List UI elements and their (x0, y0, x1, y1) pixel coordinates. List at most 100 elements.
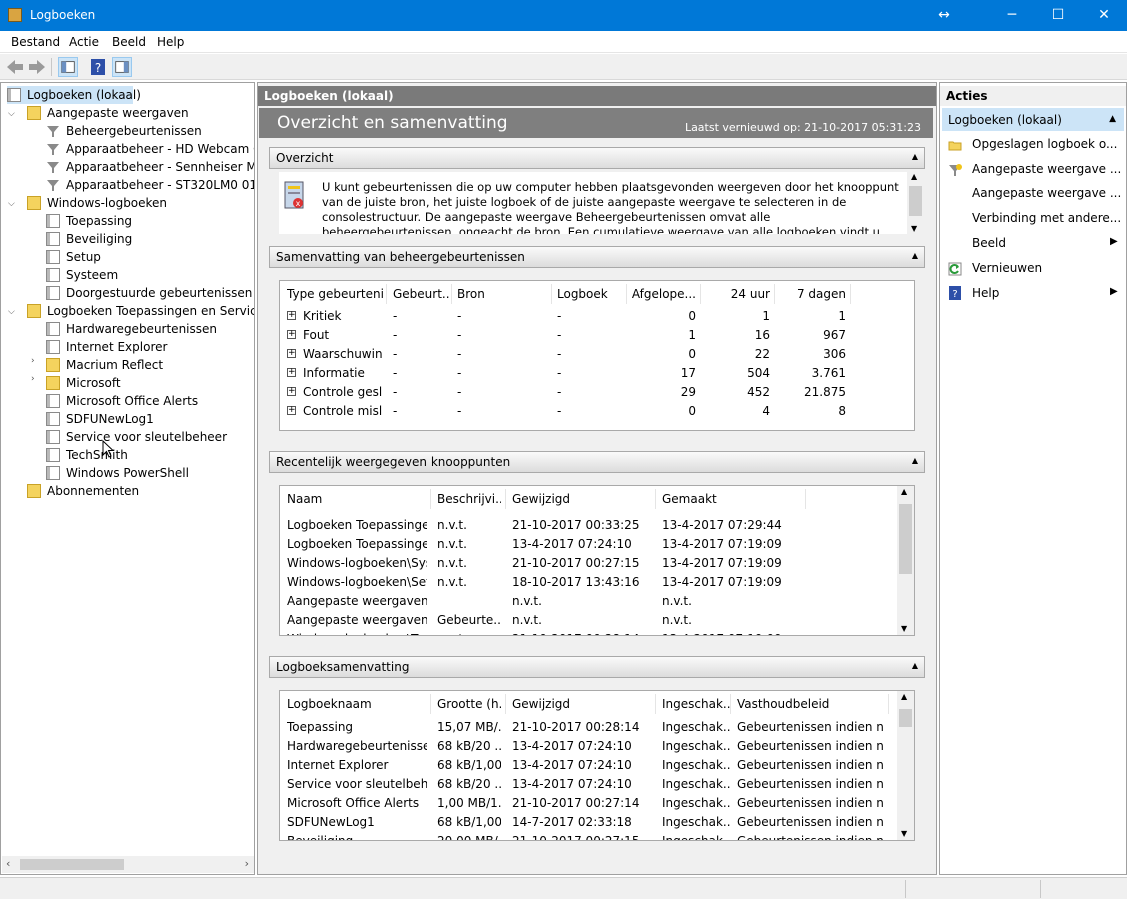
log-summary-cell: SDFUNewLog1 (287, 815, 375, 829)
column-header[interactable]: Afgelope... (630, 285, 696, 303)
column-header[interactable]: Gebeurt... (393, 285, 449, 303)
scroll-thumb[interactable] (20, 859, 124, 870)
column-header[interactable]: Naam (287, 490, 427, 508)
expand-row-icon[interactable]: + (287, 406, 296, 415)
section-overview-header[interactable]: Overzicht ▲ (269, 147, 925, 169)
event-log-icon (46, 232, 60, 246)
overview-scrollbar[interactable]: ▲ ▼ (907, 172, 924, 234)
collapse-icon[interactable]: ⌵ (8, 199, 15, 209)
log-summary-cell: 68 kB/1,00... (437, 815, 501, 829)
show-hide-console-tree-icon[interactable] (58, 57, 78, 77)
scroll-thumb[interactable] (899, 504, 912, 574)
collapse-icon[interactable]: ⌵ (8, 307, 15, 317)
scroll-thumb[interactable] (899, 709, 912, 727)
expand-icon[interactable]: › (31, 356, 35, 366)
action-refresh[interactable]: Vernieuwen (972, 261, 1042, 275)
column-header[interactable]: Bron (457, 285, 547, 303)
forward-arrow-icon[interactable] (27, 57, 47, 77)
expand-row-icon[interactable]: + (287, 368, 296, 377)
summary-cell: Fout (303, 328, 330, 342)
log-summary-cell: Toepassing (287, 720, 354, 734)
expand-row-icon[interactable]: + (287, 330, 296, 339)
expand-row-icon[interactable]: + (287, 387, 296, 396)
toolbar: ? (0, 54, 1127, 80)
scroll-up-icon[interactable]: ▲ (901, 692, 907, 701)
show-hide-action-pane-icon[interactable] (112, 57, 132, 77)
column-header[interactable]: Gewijzigd (512, 490, 652, 508)
expand-icon[interactable]: › (31, 374, 35, 384)
column-header[interactable]: 24 uur (704, 285, 770, 303)
menu-help[interactable]: Help (157, 35, 184, 49)
menu-bestand[interactable]: Bestand (11, 35, 60, 49)
log-summary-scrollbar[interactable]: ▲ ▼ (897, 691, 914, 840)
filter-icon (47, 162, 59, 173)
summary-cell: - (557, 309, 562, 323)
column-header[interactable]: Ingeschak... (662, 695, 730, 713)
column-header[interactable]: Logboeknaam (287, 695, 427, 713)
window-title: Logboeken (30, 8, 96, 22)
column-header[interactable]: Grootte (h... (437, 695, 501, 713)
column-header[interactable]: Beschrijvi... (437, 490, 501, 508)
scroll-up-icon[interactable]: ▲ (911, 172, 917, 181)
help-icon[interactable]: ? (88, 57, 108, 77)
column-header[interactable]: Gewijzigd (512, 695, 652, 713)
scroll-down-icon[interactable]: ▼ (901, 624, 907, 633)
column-header[interactable]: Gemaakt (662, 490, 802, 508)
log-summary-cell: 21-10-2017 00:27:15 (512, 834, 640, 841)
column-header[interactable]: 7 dagen (778, 285, 846, 303)
maximize-button[interactable]: ☐ (1035, 0, 1081, 31)
scroll-thumb[interactable] (909, 186, 922, 216)
tree-horizontal-scrollbar[interactable]: ‹ › (2, 856, 254, 873)
recent-cell: 21-10-2017 00:27:15 (512, 556, 640, 570)
section-summary-header[interactable]: Samenvatting van beheergebeurtenissen ▲ (269, 246, 925, 268)
summary-cell: - (393, 366, 398, 380)
scroll-up-icon[interactable]: ▲ (901, 487, 907, 496)
log-summary-cell: Ingeschak... (662, 720, 730, 734)
scroll-right-icon[interactable]: › (245, 857, 249, 870)
menu-beeld[interactable]: Beeld (112, 35, 146, 49)
folder-icon (46, 376, 60, 390)
action-connect-to-computer[interactable]: Verbinding met andere... (972, 211, 1121, 225)
actions-section-header[interactable]: Logboeken (lokaal) ▲ (942, 108, 1124, 131)
action-view[interactable]: Beeld (972, 236, 1006, 250)
scroll-down-icon[interactable]: ▼ (911, 224, 917, 233)
svg-text:?: ? (952, 289, 957, 300)
action-open-saved-log[interactable]: Opgeslagen logboek o... (972, 137, 1117, 151)
scroll-down-icon[interactable]: ▼ (901, 829, 907, 838)
status-bar (0, 877, 1127, 899)
minimize-button[interactable]: ─ (989, 0, 1035, 31)
menu-actie[interactable]: Actie (69, 35, 99, 49)
summary-cell: - (457, 366, 462, 380)
log-summary-cell: Gebeurtenissen indien n... (737, 739, 885, 753)
scroll-left-icon[interactable]: ‹ (6, 857, 10, 870)
summary-cell: - (393, 309, 398, 323)
collapse-section-icon[interactable]: ▲ (912, 661, 918, 670)
collapse-section-icon[interactable]: ▲ (912, 251, 918, 260)
collapse-section-icon[interactable]: ▲ (912, 152, 918, 161)
console-tree: Logboeken (lokaal) ⌵ Aangepaste weergave… (0, 82, 255, 875)
folder-icon (27, 196, 41, 210)
section-log-summary-header[interactable]: Logboeksamenvatting ▲ (269, 656, 925, 678)
recent-cell: n.v.t. (437, 518, 467, 532)
action-help[interactable]: Help (972, 286, 999, 300)
expand-row-icon[interactable]: + (287, 349, 296, 358)
expand-row-icon[interactable]: + (287, 311, 296, 320)
close-button[interactable]: ✕ (1081, 0, 1127, 31)
event-log-icon (46, 322, 60, 336)
collapse-icon[interactable]: ⌵ (8, 109, 15, 119)
back-arrow-icon[interactable] (5, 57, 25, 77)
summary-cell: - (457, 404, 462, 418)
collapse-actions-icon[interactable]: ▲ (1109, 114, 1116, 124)
column-header[interactable]: Vasthoudbeleid (737, 695, 887, 713)
log-summary-cell: 21-10-2017 00:27:14 (512, 796, 640, 810)
action-import-custom-view[interactable]: Aangepaste weergave ... (972, 186, 1121, 200)
collapse-section-icon[interactable]: ▲ (912, 456, 918, 465)
action-create-custom-view[interactable]: Aangepaste weergave ... (972, 162, 1121, 176)
tree-item-root[interactable]: Logboeken (lokaal) (7, 86, 141, 104)
recent-scrollbar[interactable]: ▲ ▼ (897, 486, 914, 635)
event-log-icon (46, 448, 60, 462)
column-header[interactable]: Type gebeurtenis (287, 285, 383, 303)
column-header[interactable]: Logboek (557, 285, 627, 303)
section-recent-header[interactable]: Recentelijk weergegeven knooppunten ▲ (269, 451, 925, 473)
event-log-icon (46, 250, 60, 264)
